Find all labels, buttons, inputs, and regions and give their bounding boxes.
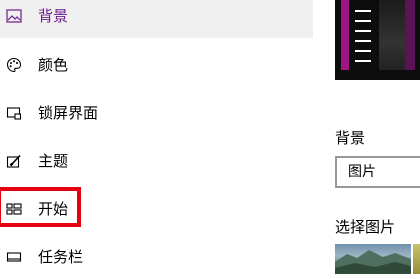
nav-item-label: 主题: [38, 152, 69, 170]
preview-menu-line: [355, 20, 371, 22]
picture-thumbnail[interactable]: [413, 244, 420, 274]
taskbar-icon: [6, 249, 22, 265]
nav-item-taskbar[interactable]: 任务栏: [0, 235, 313, 279]
dropdown-value: 图片: [348, 164, 376, 180]
preview-menu-line: [355, 10, 371, 12]
preview-menu-line: [355, 40, 371, 42]
background-type-dropdown[interactable]: 图片: [335, 156, 420, 188]
preview-wallpaper: [379, 0, 405, 70]
lock-screen-icon: [6, 105, 22, 121]
picture-icon: [6, 8, 22, 24]
picture-thumbnail[interactable]: [335, 244, 411, 274]
preview-start-tiles: [341, 0, 349, 70]
background-label: 背景: [335, 129, 366, 147]
settings-sidebar: 背景 颜色 锁屏界面 主题 开始 任务栏: [0, 0, 313, 274]
preview-menu-line: [355, 30, 371, 32]
nav-item-start[interactable]: 开始: [0, 187, 313, 231]
choose-picture-label: 选择图片: [335, 218, 396, 236]
nav-item-themes[interactable]: 主题: [0, 139, 313, 183]
preview-menu-line: [355, 60, 371, 62]
preview-menu-line: [355, 50, 371, 52]
start-tiles-icon: [6, 201, 22, 217]
palette-icon: [6, 57, 22, 73]
nav-item-label: 任务栏: [38, 248, 84, 266]
theme-brush-icon: [6, 153, 22, 169]
landscape-thumbnail-art: [335, 250, 411, 274]
nav-item-background[interactable]: 背景: [0, 0, 313, 38]
preview-tile-column: [405, 0, 415, 70]
nav-item-label: 锁屏界面: [38, 104, 99, 122]
nav-item-colors[interactable]: 颜色: [0, 43, 313, 87]
nav-item-label: 颜色: [38, 56, 69, 74]
nav-item-label: 背景: [38, 7, 69, 25]
nav-item-lock-screen[interactable]: 锁屏界面: [0, 91, 313, 135]
background-preview: [335, 0, 420, 80]
nav-item-label: 开始: [38, 200, 69, 218]
